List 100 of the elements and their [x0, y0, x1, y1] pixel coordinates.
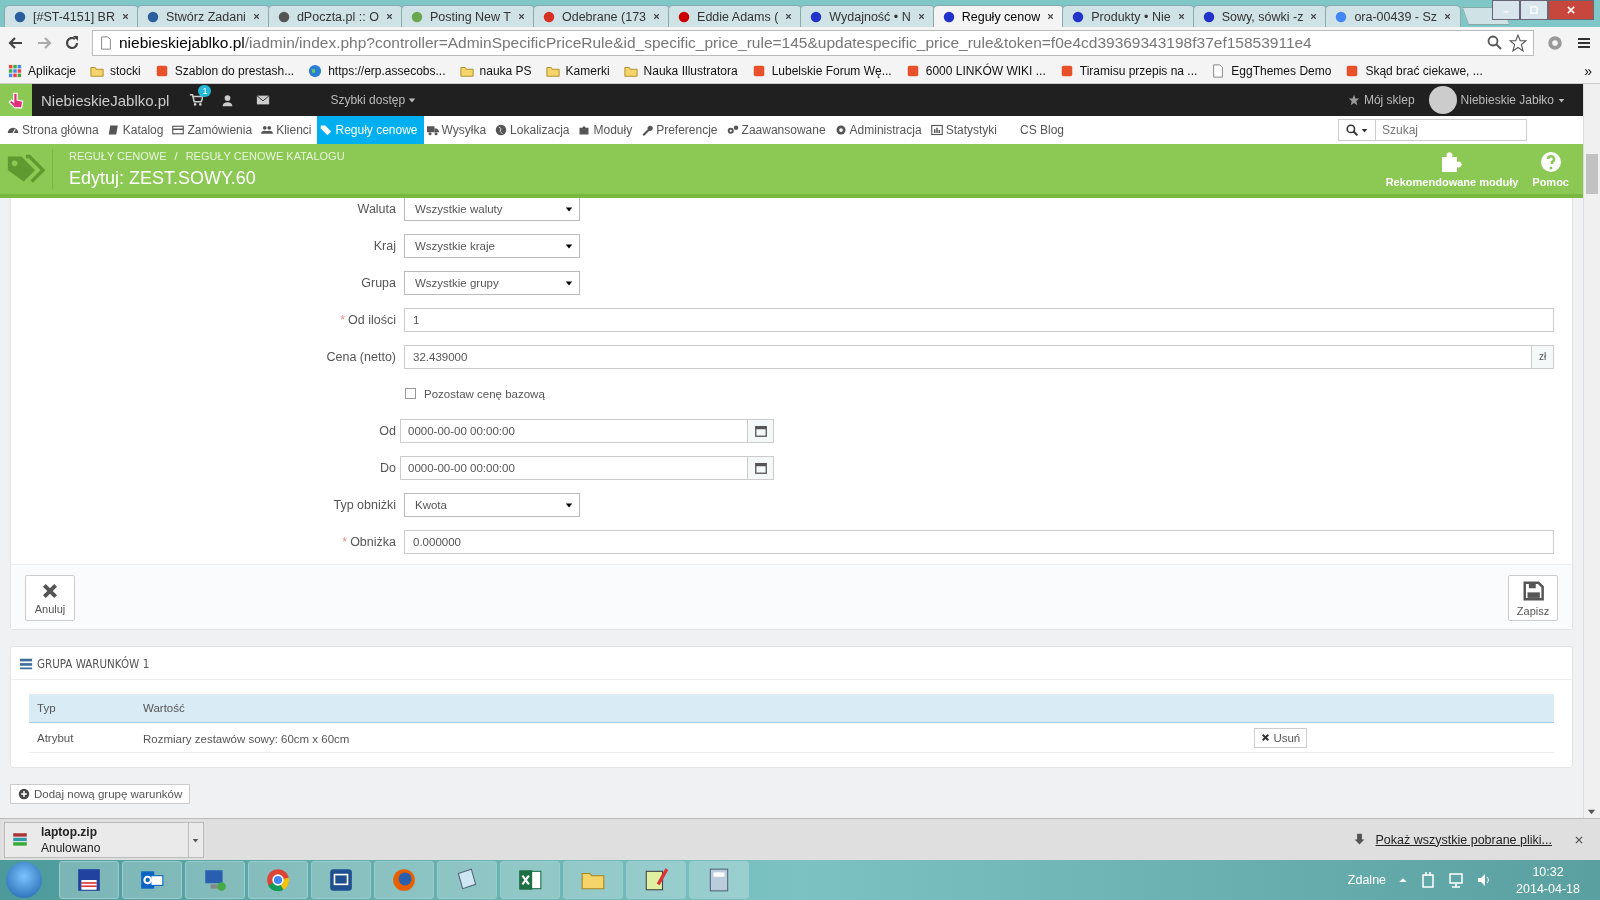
scrollbar-thumb[interactable] — [1586, 154, 1598, 194]
caret-icon — [408, 96, 417, 104]
more-bookmarks-button[interactable]: » — [1584, 62, 1592, 79]
nav-tab[interactable]: Wysyłka — [423, 116, 493, 144]
browser-tab[interactable]: Produkty • Nie — [1062, 5, 1195, 27]
taskbar-app-button[interactable] — [59, 861, 119, 899]
close-button[interactable] — [1548, 0, 1594, 20]
nav-tab[interactable]: CS Blog — [1017, 116, 1071, 144]
bookmark[interactable]: stocki — [90, 63, 141, 78]
nav-tab[interactable]: Zaawansowane — [723, 116, 832, 144]
dropdown-caret-icon — [565, 278, 573, 287]
close-icon — [41, 581, 59, 600]
browser-tab[interactable]: Stwórz Zadani — [137, 5, 270, 27]
notification-badge: 1 — [198, 85, 212, 97]
bookmark[interactable]: EggThemes Demo — [1211, 63, 1332, 78]
shop-name[interactable]: NiebieskieJablko.pl — [41, 91, 170, 109]
field-label: Od — [378, 423, 397, 438]
apps-grid-icon — [8, 63, 22, 78]
address-bar[interactable]: niebieskiejablko.pl/iadmin/index.php?controller=AdminSpecificPriceRule&id_specific_price_rule=145&updatespecific_price_rule&token=f0e4cd39369343198f37ef15853911e4 — [92, 29, 1534, 56]
bookmark[interactable]: Kamerki — [545, 63, 610, 78]
close-icon — [384, 12, 394, 21]
browser-tab[interactable]: [#ST-4151] BR — [4, 5, 139, 27]
browser-tab[interactable]: dPoczta.pl :: O — [267, 5, 403, 27]
checkbox[interactable] — [405, 388, 416, 399]
browser-tab[interactable]: Odebrane (173 — [532, 5, 671, 27]
site-icon — [1201, 9, 1216, 24]
input-field[interactable]: 0.000000 — [404, 529, 1554, 554]
fox-browser-icon — [391, 867, 417, 893]
add-condition-group-button[interactable]: Dodaj nową grupę warunków — [10, 784, 191, 804]
nav-tab[interactable]: Zamówienia — [169, 116, 259, 144]
download-status: Anulowano — [41, 840, 101, 855]
calendar-button[interactable] — [748, 455, 774, 480]
calendar-button[interactable] — [748, 418, 774, 443]
input-field[interactable]: 1 — [404, 307, 1554, 332]
gears-icon — [726, 124, 739, 136]
browser-tab[interactable]: Wydajność • N — [800, 5, 935, 27]
taskbar-app-button[interactable] — [122, 861, 182, 899]
minimize-button[interactable] — [1492, 0, 1520, 20]
quick-access-menu[interactable]: Szybki dostęp — [330, 93, 417, 107]
panel-title: GRUPA WARUNKÓW 1 — [37, 657, 150, 671]
my-shop-link[interactable]: Mój sklep — [1347, 93, 1415, 107]
bookmark[interactable]: Aplikacje — [8, 63, 77, 78]
nav-tab[interactable]: Strona główna — [4, 116, 105, 144]
select-field[interactable]: Wszystkie kraje — [404, 233, 580, 258]
input-field[interactable]: 32.439000 — [404, 344, 1532, 369]
close-icon — [652, 12, 662, 21]
dropdown-caret-icon — [565, 204, 573, 213]
select-field[interactable]: Wszystkie waluty — [404, 198, 580, 221]
taskbar-app-button[interactable] — [311, 861, 371, 899]
pencil-notepad-icon — [643, 867, 669, 893]
nav-tab[interactable]: Statystyki — [927, 116, 1003, 144]
site-icon — [941, 9, 956, 24]
bookmark[interactable]: nauka PS — [459, 63, 532, 78]
bookmark[interactable]: Skąd brać ciekawe, ... — [1345, 63, 1483, 78]
user-menu[interactable]: Niebieskie Jabłko — [1428, 86, 1565, 114]
nav-tab[interactable]: Administracja — [831, 116, 928, 144]
nav-tab[interactable]: Katalog — [104, 116, 170, 144]
breadcrumb-separator: / — [174, 149, 178, 162]
select-field[interactable]: Wszystkie grupy — [404, 270, 580, 295]
save-button[interactable]: Zapisz — [1508, 575, 1558, 621]
nav-tab[interactable]: Klienci — [258, 116, 318, 144]
table-cell: Rozmiary zestawów sowy: 60cm x 60cm — [143, 732, 350, 744]
site-icon — [409, 9, 424, 24]
hand-cursor-icon[interactable] — [0, 84, 32, 116]
taskbar-app-button[interactable] — [626, 861, 686, 899]
bookmark[interactable]: Nauka Illustratora — [623, 63, 738, 78]
card-icon — [172, 124, 185, 136]
download-item[interactable]: laptop.zip Anulowano — [4, 821, 204, 858]
date-field[interactable]: 0000-00-00 00:00:00 — [400, 418, 748, 443]
date-field[interactable]: 0000-00-00 00:00:00 — [400, 455, 748, 480]
nav-tab[interactable]: Moduły — [575, 116, 639, 144]
bookmark[interactable]: https://erp.assecobs... — [308, 63, 446, 78]
browser-tab[interactable]: Eddie Adams ( — [668, 5, 803, 27]
star-icon — [1347, 94, 1360, 106]
bookmark[interactable]: Lubelskie Forum Wę... — [751, 63, 892, 78]
scroll-down-icon — [1587, 807, 1596, 816]
bookmark[interactable]: Tiramisu przepis na ... — [1059, 63, 1198, 78]
browser-tab[interactable]: Reguły cenow — [932, 5, 1065, 27]
clock-time: 10:32 — [1532, 864, 1564, 879]
start-button[interactable] — [6, 862, 42, 898]
wrench-icon — [641, 124, 654, 136]
taskbar-app-button[interactable] — [500, 861, 560, 899]
show-all-downloads-link[interactable]: Pokaż wszystkie pobrane pliki... — [1375, 832, 1552, 847]
select-field[interactable]: Kwota — [404, 492, 580, 517]
maximize-button[interactable] — [1520, 0, 1548, 20]
site-icon — [1059, 63, 1074, 78]
bookmark[interactable]: 6000 LINKÓW WIKI ... — [905, 63, 1046, 78]
search-field[interactable]: Szukaj — [1376, 119, 1527, 141]
nav-tab[interactable]: Preferencje — [638, 116, 724, 144]
browser-tab[interactable]: Posting New T — [400, 5, 535, 27]
delete-button[interactable]: Usuń — [1254, 727, 1308, 748]
field-label: * Od ilości — [339, 312, 397, 327]
bookmark[interactable]: Szablon do prestash... — [154, 63, 295, 78]
browser-tab[interactable]: ora-00439 - Sz — [1325, 5, 1462, 27]
nav-tab[interactable]: Lokalizacja — [492, 116, 576, 144]
browser-tab[interactable]: Sowy, sówki -z — [1192, 5, 1328, 27]
search-button[interactable] — [1338, 119, 1376, 141]
caret-icon — [1361, 126, 1368, 134]
cancel-button[interactable]: Anuluj — [25, 575, 75, 621]
envelope-icon — [256, 93, 271, 107]
